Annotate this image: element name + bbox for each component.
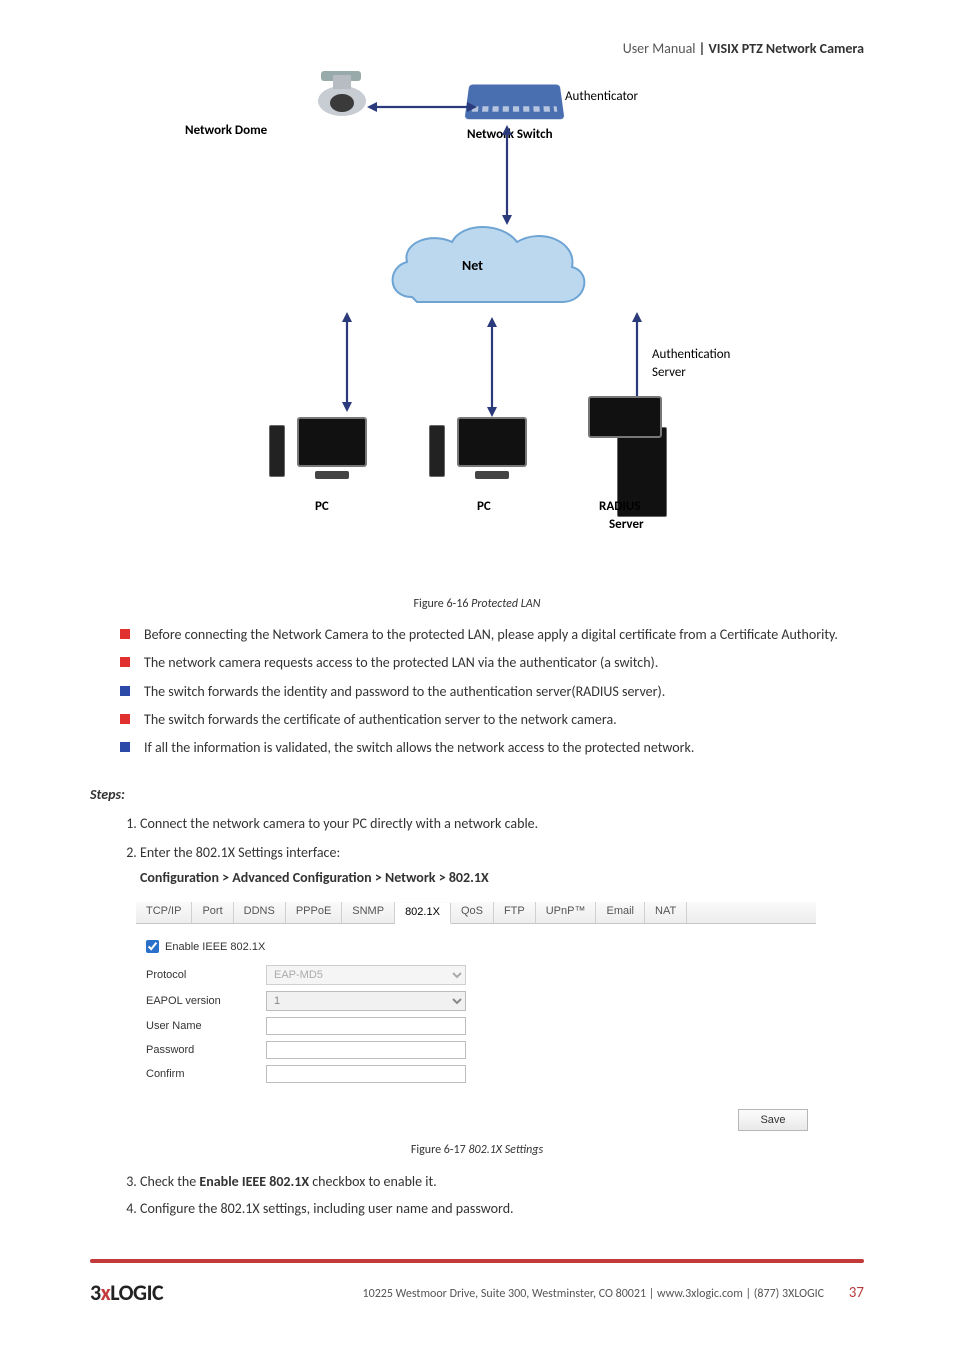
panel-body: Enable IEEE 802.1X Protocol EAP-MD5 EAPO…	[136, 924, 816, 1099]
tab-qos[interactable]: QoS	[451, 902, 494, 923]
step-4: Configure the 802.1X settings, including…	[140, 1198, 864, 1219]
note-item: If all the information is validated, the…	[120, 738, 864, 758]
arrow-cloud-pc2	[482, 317, 502, 417]
username-label: User Name	[146, 1020, 266, 1032]
network-dome-label: Network Dome	[185, 123, 267, 138]
confirm-input[interactable]	[266, 1065, 466, 1083]
pc2-icon	[447, 417, 537, 507]
step-3-text-b: checkbox to enable it.	[309, 1173, 437, 1190]
tab-ddns[interactable]: DDNS	[234, 902, 286, 923]
net-label: Net	[462, 257, 483, 274]
eapol-version-label: EAPOL version	[146, 995, 266, 1007]
footer-rule	[90, 1259, 864, 1263]
notes-list: Before connecting the Network Camera to …	[120, 625, 864, 758]
network-tabbar: TCP/IP Port DDNS PPPoE SNMP 802.1X QoS F…	[136, 902, 816, 924]
figure-6-17-caption: Figure 6-17 802.1X Settings	[90, 1143, 864, 1157]
arrow-cloud-pc1	[337, 312, 357, 412]
figure-6-17-title: 802.1X Settings	[466, 1143, 543, 1157]
radius-label-1: RADIUS	[599, 499, 641, 514]
steps-heading: Steps:	[90, 786, 864, 803]
arrow-switch-cloud	[497, 125, 517, 225]
footer-address: 10225 Westmoor Drive, Suite 300, Westmin…	[363, 1287, 825, 1301]
tab-ftp[interactable]: FTP	[494, 902, 536, 923]
note-item: Before connecting the Network Camera to …	[120, 625, 864, 645]
note-item: The switch forwards the identity and pas…	[120, 682, 864, 702]
confirm-label: Confirm	[146, 1068, 266, 1080]
step-3-text-a: Check the	[140, 1173, 199, 1190]
arrow-dome-switch	[367, 97, 477, 117]
note-item: The switch forwards the certificate of a…	[120, 710, 864, 730]
tab-upnp[interactable]: UPnP™	[536, 902, 597, 923]
username-input[interactable]	[266, 1017, 466, 1035]
figure-6-16-prefix: Figure 6-16	[414, 597, 469, 611]
tab-port[interactable]: Port	[192, 902, 233, 923]
password-input[interactable]	[266, 1041, 466, 1059]
pc2-label: PC	[477, 499, 491, 514]
save-button[interactable]: Save	[738, 1109, 808, 1131]
header-light: User Manual	[623, 40, 699, 57]
figure-6-16-title: Protected LAN	[468, 597, 540, 611]
protocol-label: Protocol	[146, 969, 266, 981]
auth-server-label-1: Authentication	[652, 347, 730, 362]
protocol-select[interactable]: EAP-MD5	[266, 965, 466, 985]
figure-6-16-caption: Figure 6-16 Protected LAN	[90, 597, 864, 611]
tab-nat[interactable]: NAT	[645, 902, 687, 923]
figure-6-17-prefix: Figure 6-17	[411, 1143, 466, 1157]
network-switch-icon	[465, 85, 565, 120]
pc1-icon	[287, 417, 377, 507]
settings-panel: TCP/IP Port DDNS PPPoE SNMP 802.1X QoS F…	[136, 902, 816, 1137]
tab-tcpip[interactable]: TCP/IP	[136, 902, 192, 923]
page-header: User Manual | VISIX PTZ Network Camera	[90, 40, 864, 57]
step-1: Connect the network camera to your PC di…	[140, 813, 864, 834]
protected-lan-diagram: Network Dome Authenticator Network Switc…	[167, 67, 787, 587]
step-3-strong: Enable IEEE 802.1X	[199, 1173, 309, 1190]
note-item: The network camera requests access to th…	[120, 653, 864, 673]
page-number: 37	[849, 1284, 864, 1302]
cloud-icon	[377, 217, 597, 327]
password-label: Password	[146, 1044, 266, 1056]
page-footer: 3xLOGIC 10225 Westmoor Drive, Suite 300,…	[90, 1279, 864, 1306]
auth-server-label-2: Server	[652, 365, 686, 380]
pc1-label: PC	[315, 499, 329, 514]
header-bold: | VISIX PTZ Network Camera	[699, 40, 864, 57]
authenticator-label: Authenticator	[565, 89, 638, 104]
enable-8021x-checkbox[interactable]	[146, 940, 159, 953]
step-3: Check the Enable IEEE 802.1X checkbox to…	[140, 1171, 864, 1192]
tab-snmp[interactable]: SNMP	[342, 902, 395, 923]
tab-email[interactable]: Email	[596, 902, 645, 923]
logo-x: x	[101, 1279, 111, 1306]
logo-rest: LOGIC	[110, 1279, 163, 1306]
step-2: Enter the 802.1X Settings interface: Con…	[140, 842, 864, 888]
tab-pppoe[interactable]: PPPoE	[286, 902, 342, 923]
step-4-text: Configure the 802.1X settings, including…	[140, 1200, 514, 1217]
logo-3: 3	[90, 1279, 101, 1306]
enable-8021x-label: Enable IEEE 802.1X	[165, 941, 265, 953]
steps-list: Connect the network camera to your PC di…	[140, 813, 864, 888]
step-2-text: Enter the 802.1X Settings interface:	[140, 844, 340, 861]
step-1-text: Connect the network camera to your PC di…	[140, 815, 538, 832]
eapol-version-select[interactable]: 1	[266, 991, 466, 1011]
steps-list-continued: Check the Enable IEEE 802.1X checkbox to…	[140, 1171, 864, 1219]
step-2-breadcrumb: Configuration > Advanced Configuration >…	[140, 867, 864, 888]
brand-logo: 3xLOGIC	[90, 1279, 163, 1306]
footer-right: 10225 Westmoor Drive, Suite 300, Westmin…	[363, 1284, 864, 1302]
radius-label-2: Server	[609, 517, 644, 532]
tab-8021x[interactable]: 802.1X	[395, 903, 451, 924]
